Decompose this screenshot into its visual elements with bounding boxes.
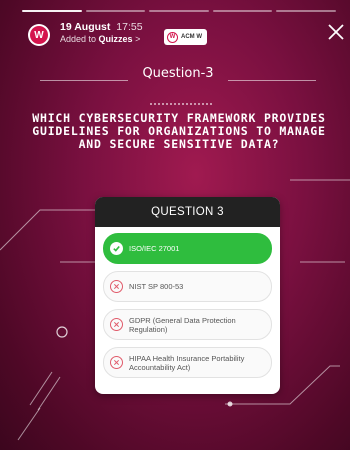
progress-segment — [85, 10, 146, 12]
profile-avatar[interactable]: W — [28, 24, 50, 46]
story-date: 19 August 17:55 — [60, 21, 143, 33]
check-icon — [110, 242, 123, 255]
time-text: 17:55 — [116, 21, 143, 33]
slide-title: Question-3 — [142, 66, 214, 81]
question-text: Which Cybersecurity Framework Provides G… — [32, 111, 326, 151]
added-prefix: Added to — [60, 34, 99, 44]
quiz-option[interactable]: GDPR (General Data Protection Regulation… — [103, 309, 272, 340]
quiz-options: ISO/IEC 27001 NIST SP 800-53 GDPR (Gener… — [95, 227, 280, 378]
option-label: GDPR (General Data Protection Regulation… — [129, 315, 236, 334]
story-progress-bar — [22, 10, 336, 13]
chevron-right-icon: > — [135, 34, 141, 44]
quiz-header: QUESTION 3 — [95, 197, 280, 227]
date-text: 19 August — [60, 21, 111, 33]
account-mention-chip[interactable]: W ACM W — [164, 29, 207, 45]
chip-logo: W — [167, 31, 178, 43]
frame-edge-right — [350, 0, 356, 460]
story-viewer: W 19 August 17:55 Added to Quizzes > W A… — [0, 0, 356, 460]
progress-segment — [276, 10, 336, 12]
chip-label: ACM W — [181, 34, 202, 40]
quiz-option[interactable]: NIST SP 800-53 — [103, 271, 272, 302]
x-circle-icon — [110, 280, 123, 293]
quiz-option[interactable]: HIPAA Health Insurance Portability Accou… — [103, 347, 272, 378]
close-icon[interactable] — [326, 22, 346, 42]
progress-segment — [149, 10, 209, 12]
progress-segment — [212, 10, 273, 12]
highlight-link[interactable]: Added to Quizzes > — [60, 34, 140, 44]
progress-segment — [22, 10, 82, 12]
quiz-card: QUESTION 3 ISO/IEC 27001 NIST SP 800-53 … — [95, 197, 280, 394]
quiz-option-correct[interactable]: ISO/IEC 27001 — [103, 233, 272, 264]
option-label: ISO/IEC 27001 — [129, 244, 180, 253]
x-circle-icon — [110, 356, 123, 369]
x-circle-icon — [110, 318, 123, 331]
collection-name: Quizzes — [98, 34, 133, 44]
avatar-logo-letter: W — [30, 26, 48, 44]
frame-edge-bottom — [0, 450, 356, 460]
option-label: NIST SP 800-53 — [129, 282, 184, 291]
option-label: HIPAA Health Insurance Portability Accou… — [129, 353, 245, 372]
